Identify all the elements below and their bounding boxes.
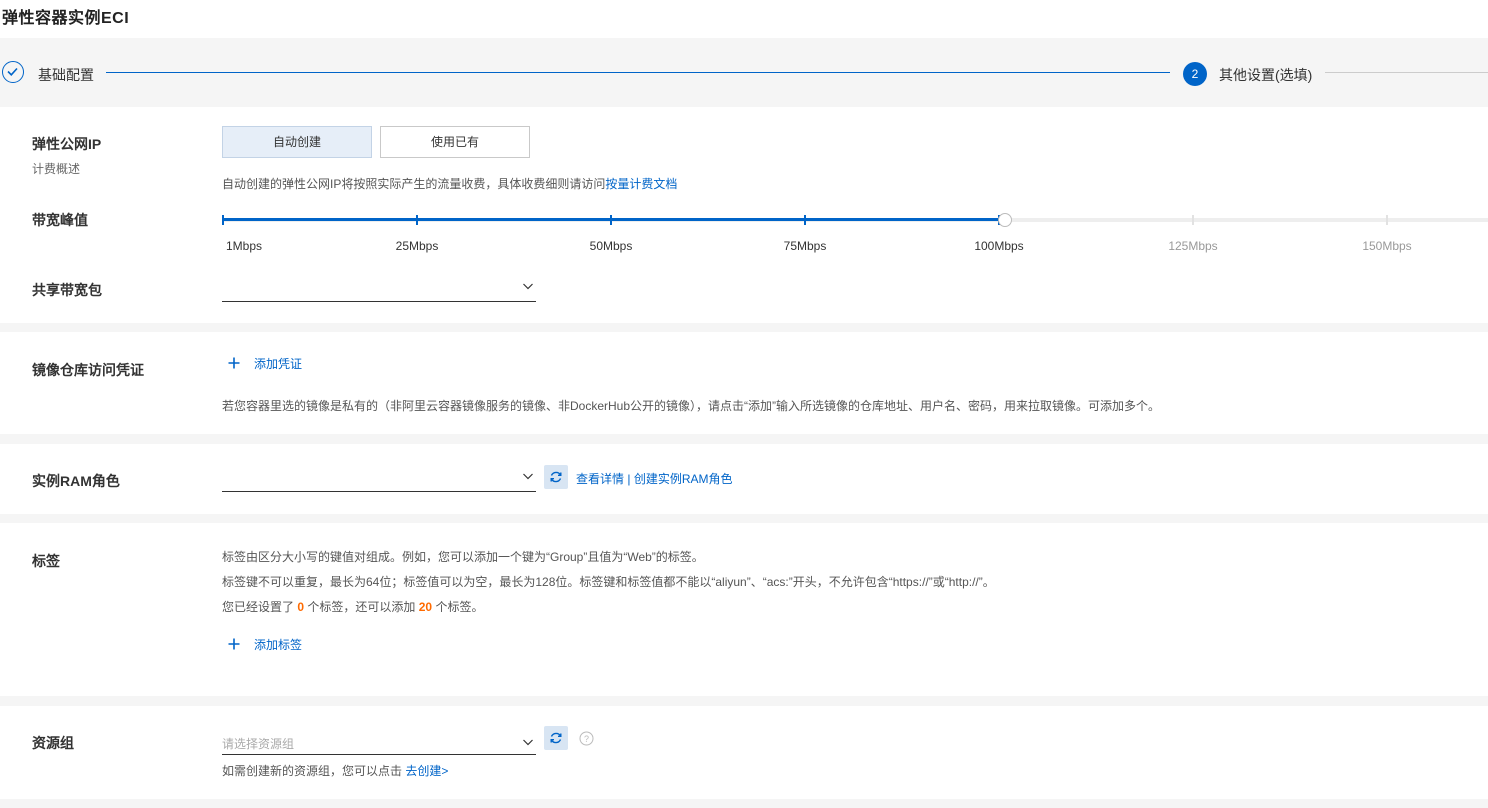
- shared-bw-select[interactable]: [222, 276, 536, 302]
- step-trailing-line: [1325, 72, 1488, 73]
- eip-note: 自动创建的弹性公网IP将按照实际产生的流量收费，具体收费细则请访问按量计费文档: [222, 175, 677, 192]
- tags-count-mid: 个标签，还可以添加: [307, 600, 416, 614]
- chevron-down-icon: [523, 473, 533, 480]
- step-connector-line: [106, 72, 1170, 73]
- tags-note-1: 标签由区分大小写的键值对组成。例如，您可以添加一个键为“Group”且值为“We…: [222, 550, 704, 564]
- slider-tick-mark: [222, 215, 224, 225]
- resource-group-note: 如需创建新的资源组，您可以点击 去创建>: [222, 762, 448, 779]
- tags-count-prefix: 您已经设置了: [222, 600, 295, 614]
- tags-note-2: 标签键不可以重复，最长为64位；标签值可以为空，最长为128位。标签键和标签值都…: [222, 575, 995, 589]
- resource-group-select[interactable]: 请选择资源组: [222, 729, 536, 755]
- ram-label: 实例RAM角色: [32, 473, 120, 489]
- tags-set-count: 0: [297, 600, 305, 614]
- header-bar: [0, 0, 1488, 38]
- slider-tick-mark: [1386, 215, 1388, 225]
- slider-tick-label[interactable]: 1Mbps: [226, 239, 262, 253]
- create-resource-group-link[interactable]: 去创建>: [405, 764, 448, 778]
- create-ram-role-link[interactable]: 创建实例RAM角色: [634, 472, 733, 486]
- tags-count-suffix: 个标签。: [435, 600, 484, 614]
- add-tag-button[interactable]: 添加标签: [254, 636, 302, 653]
- ram-detail-link[interactable]: 查看详情: [576, 472, 624, 486]
- slider-handle[interactable]: [998, 213, 1012, 227]
- help-icon[interactable]: ?: [579, 731, 594, 746]
- slider-tick-label[interactable]: 75Mbps: [784, 239, 827, 253]
- slider-tick-label[interactable]: 125Mbps: [1168, 239, 1217, 253]
- eip-label: 弹性公网IP: [32, 136, 102, 152]
- ram-role-select[interactable]: [222, 466, 536, 492]
- refresh-icon[interactable]: [544, 726, 568, 750]
- slider-tick-mark: [610, 215, 612, 225]
- resource-group-label: 资源组: [32, 735, 74, 751]
- registry-note: 若您容器里选的镜像是私有的（非阿里云容器镜像服务的镜像、非DockerHub公开…: [222, 399, 1161, 413]
- tags-remaining-count: 20: [418, 600, 433, 614]
- step-done-check-icon: [2, 61, 24, 83]
- billing-overview-link[interactable]: 计费概述: [32, 160, 80, 177]
- tags-label: 标签: [32, 553, 60, 569]
- slider-tick-mark: [416, 215, 418, 225]
- step-1-label[interactable]: 基础配置: [38, 65, 94, 85]
- slider-tick-label[interactable]: 100Mbps: [974, 239, 1023, 253]
- registry-section: [0, 332, 1488, 434]
- slider-tick-label[interactable]: 25Mbps: [396, 239, 439, 253]
- registry-label: 镜像仓库访问凭证: [32, 362, 144, 378]
- chevron-down-icon: [523, 739, 533, 746]
- step-2-label[interactable]: 其他设置(选填): [1219, 65, 1312, 85]
- ram-link-separator: |: [627, 472, 631, 486]
- add-credential-button[interactable]: 添加凭证: [254, 355, 302, 372]
- slider-tick-mark: [804, 215, 806, 225]
- resource-group-placeholder: 请选择资源组: [222, 737, 295, 751]
- slider-tick-label[interactable]: 50Mbps: [590, 239, 633, 253]
- bandwidth-label: 带宽峰值: [32, 212, 88, 228]
- chevron-down-icon: [523, 283, 533, 290]
- refresh-icon[interactable]: [544, 465, 568, 489]
- resource-group-note-text: 如需创建新的资源组，您可以点击: [222, 764, 403, 778]
- page-title: 弹性容器实例ECI: [2, 10, 130, 27]
- bandwidth-slider[interactable]: 1Mbps 25Mbps 50Mbps 75Mbps 100Mbps 125Mbps 150…: [222, 208, 1488, 258]
- plus-icon[interactable]: [222, 351, 246, 375]
- billing-doc-link[interactable]: 按量计费文档: [605, 177, 677, 191]
- eip-auto-create-button[interactable]: 自动创建: [222, 126, 372, 158]
- tags-count-note: 您已经设置了 0 个标签，还可以添加 20 个标签。: [222, 598, 483, 615]
- step-2-number: 2: [1183, 62, 1207, 86]
- slider-tick-label[interactable]: 150Mbps: [1362, 239, 1411, 253]
- eip-use-existing-button[interactable]: 使用已有: [380, 126, 530, 158]
- plus-icon[interactable]: [222, 632, 246, 656]
- svg-text:?: ?: [584, 734, 589, 744]
- shared-bw-label: 共享带宽包: [32, 282, 102, 298]
- eip-note-text: 自动创建的弹性公网IP将按照实际产生的流量收费，具体收费细则请访问: [222, 177, 606, 191]
- slider-tick-mark: [1192, 215, 1194, 225]
